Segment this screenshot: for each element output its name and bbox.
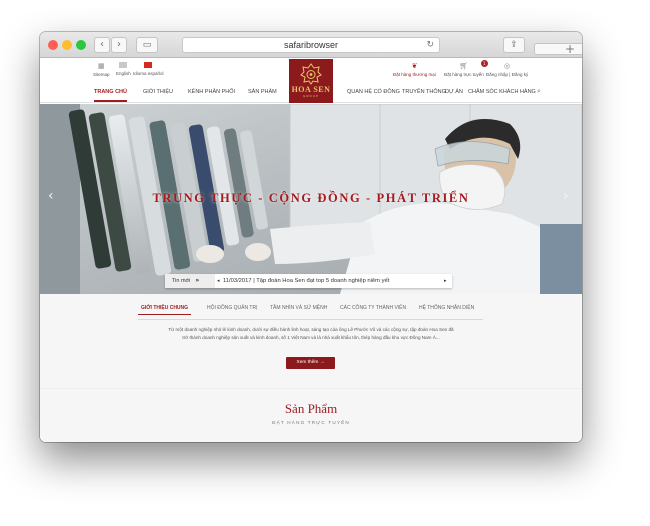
close-window-button[interactable] [48,40,58,50]
products-heading: Sản Phẩm [284,401,338,416]
intro-paragraph: Từ một doanh nghiệp nhỏ lẻ kinh doanh, d… [168,327,454,340]
vietnam-flag-icon [144,62,153,68]
hoa-sen-logo[interactable]: HOA SEN GROUP [289,59,333,103]
spanish-link[interactable]: Idioma español [133,62,164,76]
user-icon: ◎ [504,62,511,70]
ticker-label-text: Tin mới [172,278,191,284]
tab-board[interactable]: HỘI ĐỒNG QUẢN TRỊ [207,305,257,311]
back-button[interactable]: ‹ [94,37,110,53]
spanish-label: Idioma español [133,71,164,76]
hero-banner: TRUNG THỰC - CỘNG ĐỒNG - PHÁT TRIỂN ‹ › … [40,104,582,294]
nav-projects[interactable]: DỰ ÁN [445,89,463,95]
online-order-link[interactable]: 🛒︎ 1 Đặt hàng trực tuyến [444,60,488,77]
sidebar-button[interactable]: ▭ [136,37,158,53]
nav-home[interactable]: TRANG CHỦ [94,89,127,102]
hero-slogan: TRUNG THỰC - CỘNG ĐỒNG - PHÁT TRIỂN [152,191,470,205]
zoom-window-button[interactable] [76,40,86,50]
lotus-emblem-icon [300,63,322,85]
tab-member-companies[interactable]: CÁC CÔNG TY THÀNH VIÊN [340,305,406,311]
chevron-left-icon: ‹ [100,39,104,50]
carousel-next-icon[interactable]: › [563,188,569,204]
nav-products[interactable]: SẢN PHẨM [248,89,277,95]
nav-investors[interactable]: QUAN HỆ CỔ ĐÔNG [347,89,400,95]
share-button[interactable]: ⇪ [503,37,525,53]
nav-media[interactable]: TRUYỀN THÔNG [402,89,446,95]
new-tab-icon[interactable]: + [565,42,575,56]
url-text: safaribrowser [283,40,339,50]
minimize-window-button[interactable] [62,40,72,50]
sidebar-icon: ▭ [142,40,152,50]
search-icon[interactable]: ⌕ [537,87,541,96]
ticker-prev-icon[interactable]: ◂ [217,274,220,288]
logo-name: HOA SEN [291,85,331,94]
read-more-button[interactable]: Xem thêm → [286,357,335,369]
tab-general[interactable]: GIỚI THIỆU CHUNG [137,305,192,315]
order-commercial-link[interactable]: ❦ Đặt hàng thương mại [393,62,436,77]
tabs-divider [138,319,483,320]
sitemap-label: Sitemap [93,72,110,77]
sitemap-icon: ▦ [97,62,105,70]
chevron-right-icon: › [117,39,121,50]
address-bar[interactable]: safaribrowser ↻ [182,37,440,53]
tab-identity[interactable]: HỆ THỐNG NHẬN DIỆN [419,305,474,311]
web-page: ▦ Sitemap English Idioma español ❦ Đặt h… [40,59,582,442]
online-order-label: Đặt hàng trực tuyến [444,72,484,77]
order-commercial-label: Đặt hàng thương mại [393,72,436,77]
leaf-icon: ❦ [411,62,418,70]
logo-subtitle: GROUP [302,94,319,98]
double-chevron-icon: » [195,277,200,284]
ticker-next-icon[interactable]: ▸ [444,274,447,288]
browser-window: ‹ › ▭ safaribrowser ↻ ⇪ ⧉ + ▦ Sitemap En… [40,32,582,442]
english-link[interactable]: English [116,62,131,76]
reload-icon[interactable]: ↻ [426,38,434,52]
cart-icon: 🛒︎ 1 [444,60,488,70]
carousel-prev-icon[interactable]: ‹ [48,188,54,204]
share-icon: ⇪ [510,40,518,50]
sitemap-link[interactable]: ▦ Sitemap [93,62,110,77]
tab-vision[interactable]: TẦM NHÌN VÀ SỨ MỆNH [270,305,327,311]
uk-flag-icon [119,62,128,68]
nav-about[interactable]: GIỚI THIỆU [143,89,173,95]
nav-customer-care[interactable]: CHĂM SÓC KHÁCH HÀNG [468,89,536,95]
products-subheading: ĐẶT HÀNG TRỰC TUYẾN [272,420,350,425]
login-link[interactable]: ◎ Đăng nhập | Đăng ký [486,62,528,77]
nav-distribution[interactable]: KÊNH PHÂN PHỐI [188,89,235,95]
english-label: English [116,71,131,76]
intro-tabs: GIỚI THIỆU CHUNG HỘI ĐỒNG QUẢN TRỊ TẦM N… [40,305,582,317]
intro-section: GIỚI THIỆU CHUNG HỘI ĐỒNG QUẢN TRỊ TẦM N… [40,294,582,388]
products-section: Sản Phẩm ĐẶT HÀNG TRỰC TUYẾN [40,388,582,442]
news-ticker: Tin mới » ◂ 11/03/2017 | Tập đoàn Hoa Sen… [165,274,452,288]
news-ticker-label: Tin mới » [165,274,215,288]
forward-button[interactable]: › [111,37,127,53]
browser-toolbar: ‹ › ▭ safaribrowser ↻ ⇪ ⧉ + [40,32,582,58]
ticker-headline[interactable]: 11/03/2017 | Tập đoàn Hoa Sen đạt top 5 … [223,274,389,288]
login-label: Đăng nhập | Đăng ký [486,72,529,77]
